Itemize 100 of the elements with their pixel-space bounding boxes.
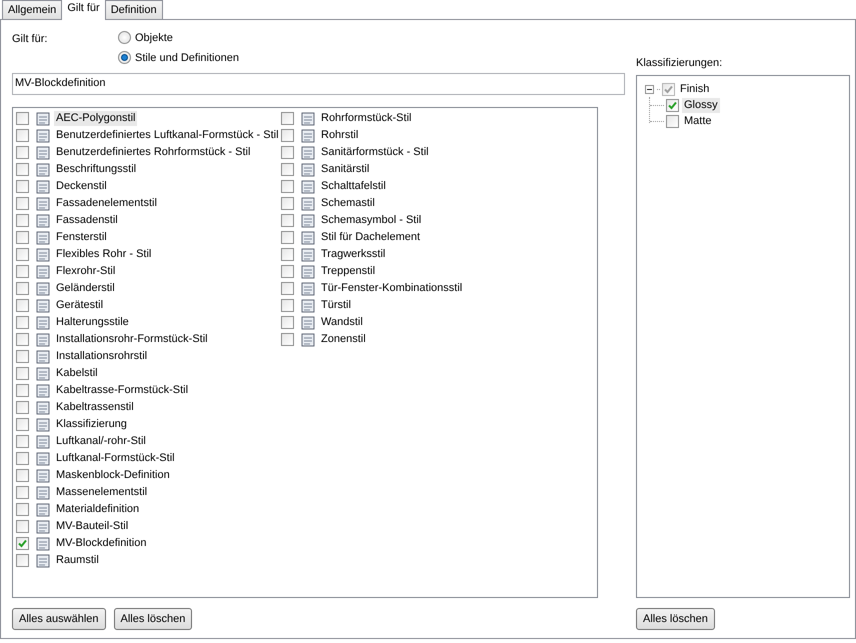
style-label[interactable]: Tür-Fenster-Kombinationsstil [319,281,464,296]
radio-button[interactable] [118,31,131,44]
checkbox[interactable] [16,452,29,465]
style-label[interactable]: Maskenblock-Definition [54,468,172,483]
style-label[interactable]: Kabelstil [54,366,100,381]
style-label[interactable]: Türstil [319,298,353,313]
checkbox[interactable] [16,180,29,193]
checkbox[interactable] [16,163,29,176]
radio-label[interactable]: Stile und Definitionen [135,52,239,64]
checkbox[interactable] [16,384,29,397]
checkbox[interactable] [281,282,294,295]
checkbox[interactable] [281,214,294,227]
checkbox[interactable] [16,537,29,550]
style-label[interactable]: Tragwerksstil [319,247,388,262]
style-label[interactable]: Beschriftungsstil [54,162,138,177]
tree-item[interactable]: Glossy [682,98,720,112]
checkbox[interactable] [662,82,675,96]
radio-button[interactable] [118,51,131,64]
style-label[interactable]: Luftkanal/-rohr-Stil [54,434,148,449]
checkbox[interactable] [281,248,294,261]
checkbox[interactable] [16,146,29,159]
collapse-icon[interactable] [645,84,654,94]
checkbox[interactable] [16,265,29,278]
tab[interactable]: Allgemein [2,0,62,19]
tab[interactable]: Gilt für [61,0,106,20]
style-label[interactable]: MV-Bauteil-Stil [54,519,130,534]
checkbox[interactable] [16,316,29,329]
checkbox[interactable] [16,282,29,295]
checkbox[interactable] [666,114,679,128]
checkbox[interactable] [16,367,29,380]
checkbox[interactable] [281,231,294,244]
checkbox[interactable] [16,299,29,312]
style-label[interactable]: AEC-Polygonstil [54,111,138,126]
style-label[interactable]: Fensterstil [54,230,109,245]
style-label[interactable]: Sanitärstil [319,162,372,177]
style-label[interactable]: Geländerstil [54,281,117,296]
tree-item[interactable]: Finish [678,82,712,96]
checkbox[interactable] [16,112,29,125]
checkbox[interactable] [16,214,29,227]
checkbox[interactable] [281,112,294,125]
style-label[interactable]: Gerätestil [54,298,106,313]
style-label[interactable]: Raumstil [54,553,101,568]
tree-item[interactable]: Matte [682,114,714,128]
style-label[interactable]: Rohrstil [319,128,360,143]
style-label[interactable]: Benutzerdefiniertes Luftkanal-Formstück - Stil [54,128,281,143]
checkbox[interactable] [16,333,29,346]
style-label[interactable]: Materialdefinition [54,502,142,517]
style-label[interactable]: Klassifizierung [54,417,129,432]
checkbox[interactable] [281,129,294,142]
style-label[interactable]: Kabeltrasse-Formstück-Stil [54,383,190,398]
checkbox[interactable] [16,418,29,431]
name-field[interactable]: MV-Blockdefinition [12,73,625,95]
style-label[interactable]: Halterungsstile [54,315,131,330]
checkbox[interactable] [16,469,29,482]
checkbox[interactable] [281,333,294,346]
checkbox[interactable] [16,231,29,244]
style-label[interactable]: Deckenstil [54,179,109,194]
style-label[interactable]: Installationsrohr-Formstück-Stil [54,332,210,347]
style-label[interactable]: Sanitärformstück - Stil [319,145,431,160]
style-label[interactable]: MV-Blockdefinition [54,536,148,551]
checkbox[interactable] [16,401,29,414]
checkbox[interactable] [16,554,29,567]
style-label[interactable]: Luftkanal-Formstück-Stil [54,451,177,466]
checkbox[interactable] [16,503,29,516]
style-label[interactable]: Wandstil [319,315,365,330]
style-label[interactable]: Schemasymbol - Stil [319,213,424,228]
button[interactable]: Alles löschen [636,608,715,630]
tab[interactable]: Definition [104,0,163,19]
checkbox[interactable] [281,146,294,159]
style-label[interactable]: Flexrohr-Stil [54,264,118,279]
style-label[interactable]: Schemastil [319,196,377,211]
checkbox[interactable] [16,197,29,210]
style-label[interactable]: Rohrformstück-Stil [319,111,414,126]
checkbox[interactable] [666,98,679,112]
checkbox[interactable] [281,180,294,193]
checkbox[interactable] [16,248,29,261]
checkbox[interactable] [281,265,294,278]
style-label[interactable]: Flexibles Rohr - Stil [54,247,154,262]
button[interactable]: Alles auswählen [12,608,106,630]
checkbox[interactable] [281,299,294,312]
checkbox[interactable] [281,197,294,210]
style-label[interactable]: Massenelementstil [54,485,150,500]
style-label[interactable]: Benutzerdefiniertes Rohrformstück - Stil [54,145,252,160]
checkbox[interactable] [16,350,29,363]
style-label[interactable]: Fassadenstil [54,213,120,228]
style-label[interactable]: Schalttafelstil [319,179,388,194]
checkbox[interactable] [16,486,29,499]
style-label[interactable]: Stil für Dachelement [319,230,422,245]
style-label[interactable]: Zonenstil [319,332,368,347]
style-label[interactable]: Fassadenelementstil [54,196,159,211]
checkbox[interactable] [281,163,294,176]
checkbox[interactable] [16,520,29,533]
button[interactable]: Alles löschen [114,608,192,630]
radio-label[interactable]: Objekte [135,32,173,44]
style-label[interactable]: Treppenstil [319,264,378,279]
style-label[interactable]: Installationsrohrstil [54,349,150,364]
checkbox[interactable] [16,435,29,448]
checkbox[interactable] [281,316,294,329]
style-label[interactable]: Kabeltrassenstil [54,400,136,415]
checkbox[interactable] [16,129,29,142]
